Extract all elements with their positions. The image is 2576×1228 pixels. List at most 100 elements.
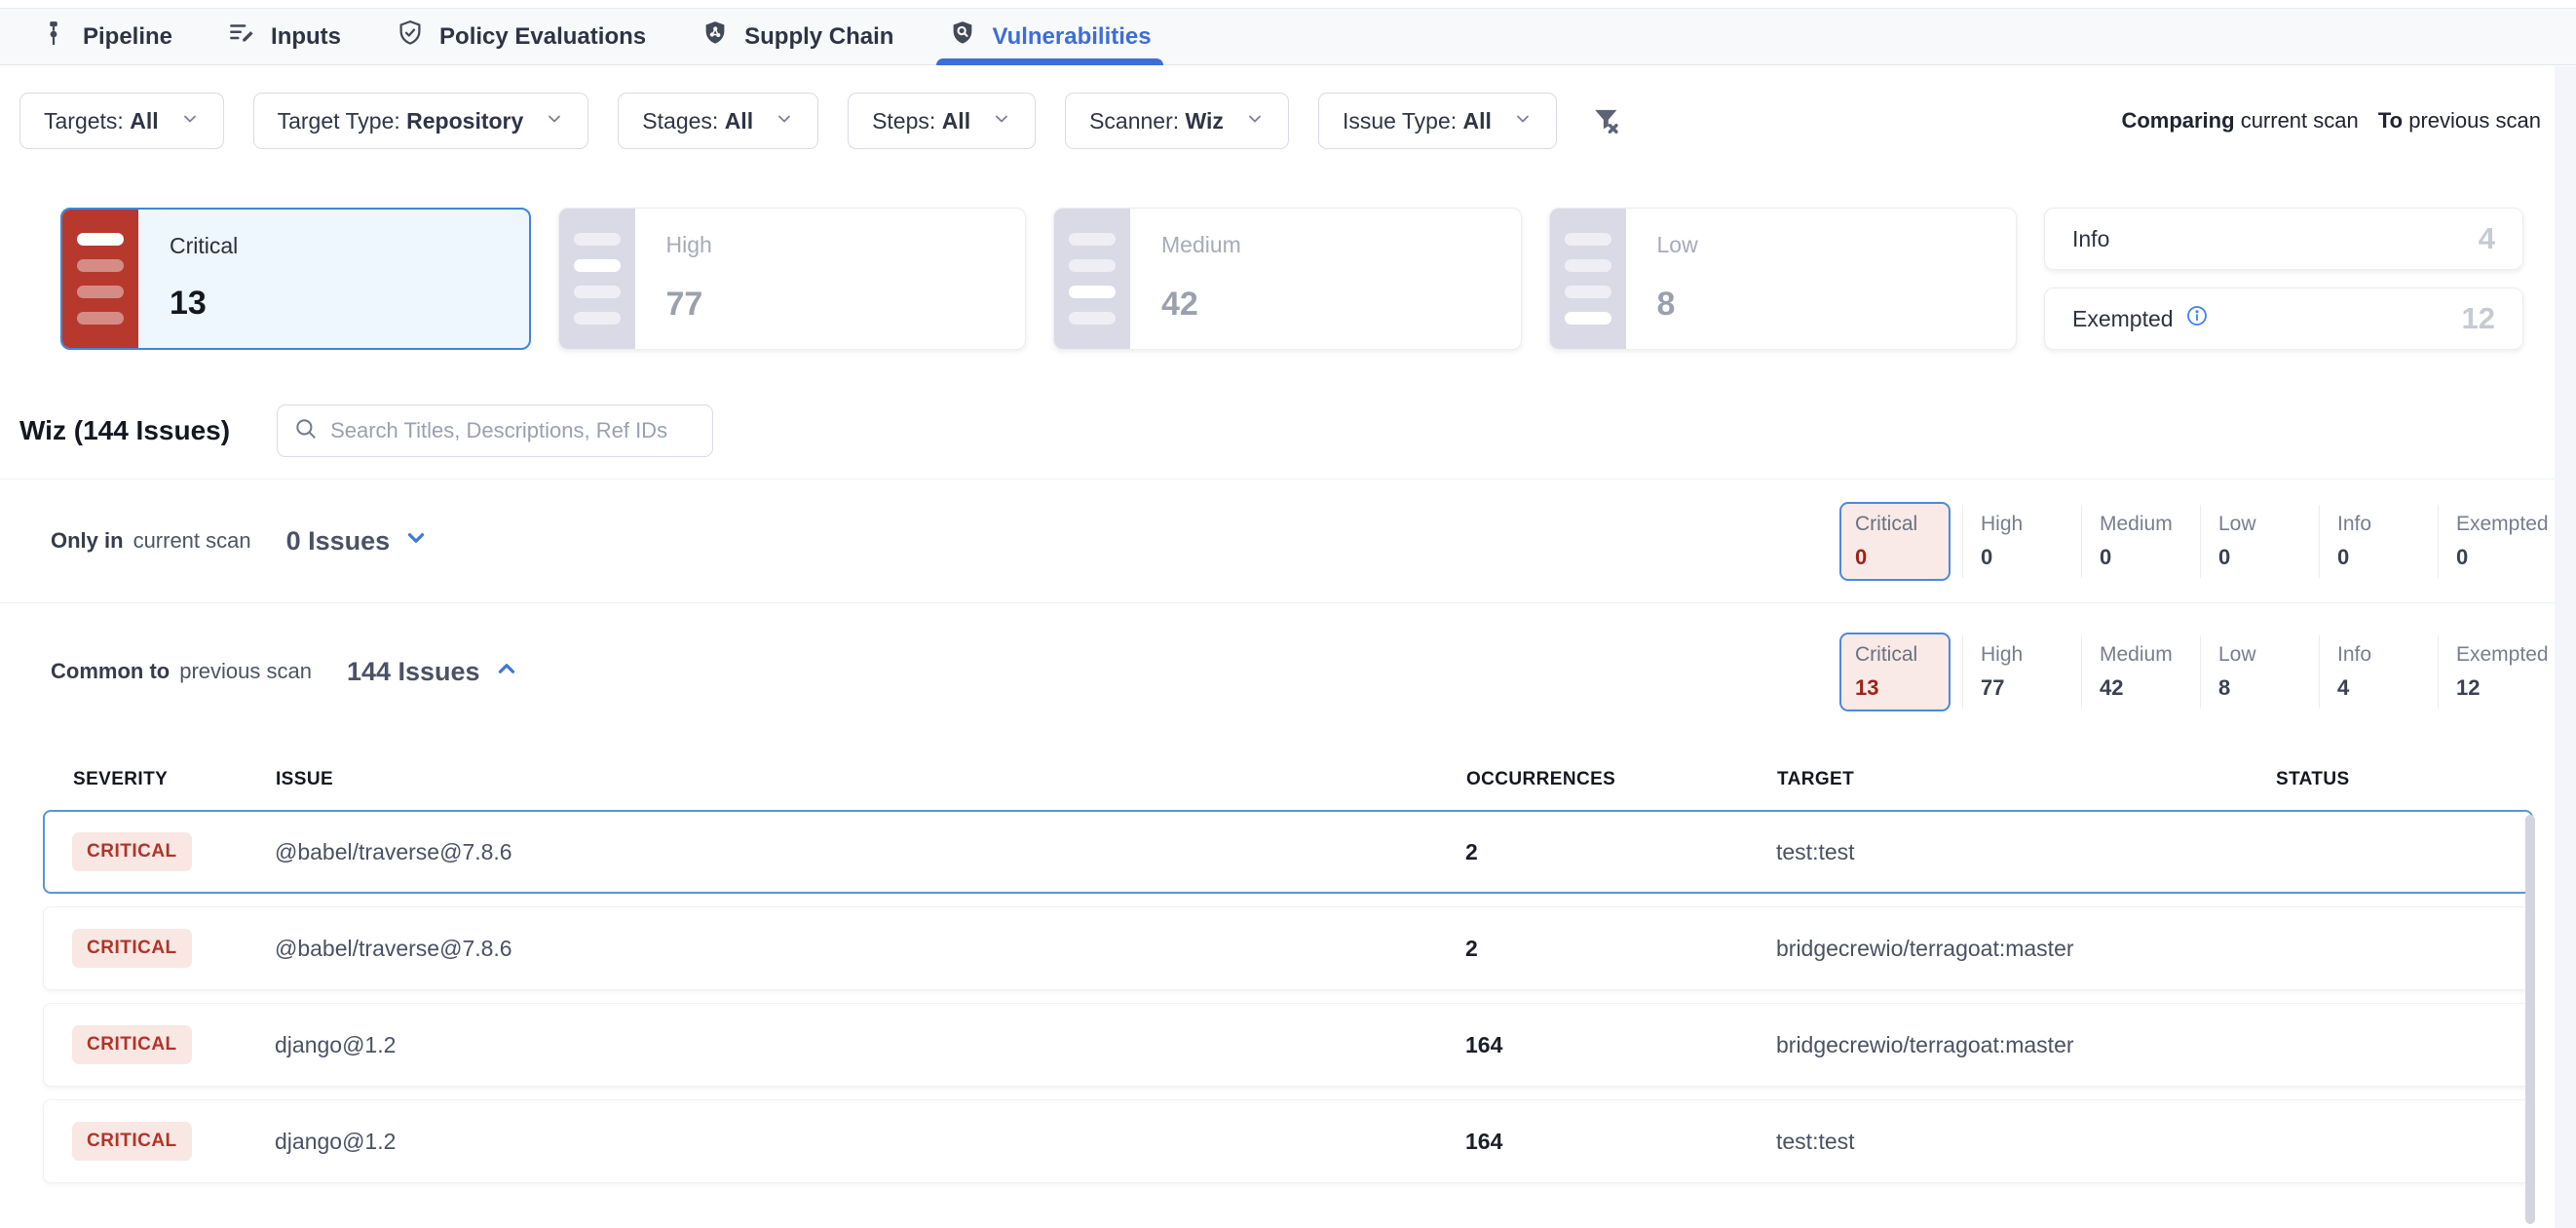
severity-stat[interactable]: Info 0 <box>2319 505 2438 578</box>
severity-level-icon <box>62 210 138 348</box>
col-target: TARGET <box>1777 769 2276 790</box>
table-row[interactable]: CRITICAL @babel/traverse@7.8.6 2 test:te… <box>43 810 2533 894</box>
section-label: Only in current scan 0 Issues <box>51 525 429 557</box>
severity-stat[interactable]: Low 8 <box>2200 635 2319 709</box>
severity-card[interactable]: Medium 42 <box>1053 208 1522 350</box>
col-occurrences: OCCURRENCES <box>1466 769 1777 790</box>
chevron-down-icon <box>403 525 429 557</box>
severity-stat-value: 0 <box>2337 545 2438 570</box>
search-icon <box>293 416 319 446</box>
severity-stat-value: 0 <box>1981 545 2081 570</box>
shield-check-icon <box>396 19 425 55</box>
filter-dropdown-text: Steps: All <box>872 108 970 134</box>
tab-supply-chain[interactable]: Supply Chain <box>701 9 893 64</box>
severity-stat-label: High <box>1981 643 2081 667</box>
scrollbar-thumb[interactable] <box>2525 815 2535 1224</box>
severity-stat-value: 4 <box>2337 675 2438 701</box>
severity-stat-value: 13 <box>1855 675 1949 701</box>
severity-stat-label: Critical <box>1855 643 1949 667</box>
severity-stat-label: Info <box>2337 643 2438 667</box>
target-cell: test:test <box>1776 1129 2275 1155</box>
search-box[interactable] <box>277 404 713 457</box>
severity-stat-value: 0 <box>2218 545 2319 570</box>
occurrences-cell: 164 <box>1465 1129 1776 1155</box>
info-icon[interactable] <box>2185 304 2209 333</box>
severity-stat-label: Low <box>2218 643 2319 667</box>
tab-label: Pipeline <box>83 23 172 51</box>
severity-card-body: Medium 42 <box>1130 209 1521 349</box>
severity-stat-label: Medium <box>2100 513 2200 536</box>
severity-card-label: Critical <box>170 233 500 259</box>
severity-card-label: Medium <box>1161 232 1492 258</box>
severity-stat[interactable]: Exempted 0 <box>2438 505 2557 578</box>
severity-level-icon <box>1054 209 1130 349</box>
info-card-count: 4 <box>2479 221 2495 256</box>
severity-stat-label: Critical <box>1855 513 1949 536</box>
tab-label: Policy Evaluations <box>439 23 646 51</box>
chevron-up-icon <box>494 656 519 688</box>
clear-filters-icon[interactable] <box>1590 104 1623 137</box>
table-row[interactable]: CRITICAL django@1.2 164 bridgecrewio/ter… <box>43 1003 2533 1087</box>
tab-policy-evaluations[interactable]: Policy Evaluations <box>396 9 646 64</box>
severity-stat[interactable]: Exempted 12 <box>2438 635 2557 709</box>
search-input[interactable] <box>330 418 697 443</box>
tab-inputs[interactable]: Inputs <box>227 9 341 64</box>
issues-toggle[interactable]: 144 Issues <box>347 656 519 688</box>
severity-stat[interactable]: Low 0 <box>2200 505 2319 578</box>
severity-card-label: Low <box>1657 232 1988 258</box>
comparing-label: Comparing current scan To previous scan <box>2121 108 2541 134</box>
filter-dropdown[interactable]: Steps: All <box>848 93 1036 149</box>
severity-badge: CRITICAL <box>72 832 192 871</box>
target-cell: bridgecrewio/terragoat:master <box>1776 1032 2275 1058</box>
table-row[interactable]: CRITICAL @babel/traverse@7.8.6 2 bridgec… <box>43 906 2533 990</box>
severity-stat[interactable]: Critical 0 <box>1839 502 1951 581</box>
severity-card-count: 13 <box>170 285 500 323</box>
chevron-down-icon <box>1513 108 1533 134</box>
severity-stat[interactable]: Medium 0 <box>2081 505 2200 578</box>
severity-stat[interactable]: High 0 <box>1962 505 2081 578</box>
filter-dropdown-text: Issue Type: All <box>1343 108 1492 134</box>
severity-stat-value: 0 <box>2456 545 2557 570</box>
table-row[interactable]: CRITICAL django@1.2 164 test:test <box>43 1099 2533 1183</box>
secondary-severity-column: Info 4 Exempted 12 <box>2044 208 2523 350</box>
severity-card-label: High <box>666 232 997 258</box>
severity-badge: CRITICAL <box>72 929 192 968</box>
severity-stat-value: 0 <box>2100 545 2200 570</box>
exempted-card[interactable]: Exempted 12 <box>2044 288 2523 350</box>
inputs-icon <box>227 19 256 55</box>
issues-toggle[interactable]: 0 Issues <box>286 525 430 557</box>
info-card[interactable]: Info 4 <box>2044 208 2523 270</box>
scrollbar-gutter <box>2555 66 2576 1228</box>
severity-card-body: High 77 <box>635 209 1026 349</box>
filter-dropdown[interactable]: Target Type: Repository <box>253 93 589 149</box>
severity-stat[interactable]: Info 4 <box>2319 635 2438 709</box>
severity-stat[interactable]: Critical 13 <box>1839 633 1951 711</box>
filter-dropdown[interactable]: Scanner: Wiz <box>1065 93 1289 149</box>
issue-cell: django@1.2 <box>275 1032 1465 1058</box>
filter-dropdown[interactable]: Stages: All <box>618 93 818 149</box>
pipeline-icon <box>39 19 68 55</box>
exempted-card-count: 12 <box>2462 301 2495 336</box>
filter-dropdown[interactable]: Targets: All <box>19 93 224 149</box>
tab-label: Vulnerabilities <box>992 23 1151 51</box>
col-status: STATUS <box>2276 769 2533 790</box>
severity-card[interactable]: Critical 13 <box>60 208 531 350</box>
tab-pipeline[interactable]: Pipeline <box>39 9 172 64</box>
severity-card-body: Critical 13 <box>138 210 529 348</box>
tab-vulnerabilities[interactable]: Vulnerabilities <box>948 9 1151 64</box>
severity-card[interactable]: High 77 <box>558 208 1027 350</box>
severity-stats: Critical 13 High 77 Medium 42 Low 8 Info… <box>1839 633 2557 711</box>
severity-card-count: 42 <box>1161 286 1492 324</box>
severity-card-count: 8 <box>1657 286 1988 324</box>
filter-dropdown[interactable]: Issue Type: All <box>1318 93 1557 149</box>
scanner-title: Wiz (144 Issues) <box>19 415 230 446</box>
shield-graph-icon <box>701 19 730 55</box>
severity-card[interactable]: Low 8 <box>1549 208 2018 350</box>
issue-cell: @babel/traverse@7.8.6 <box>275 936 1465 962</box>
issue-cell: django@1.2 <box>275 1129 1465 1155</box>
severity-stat[interactable]: Medium 42 <box>2081 635 2200 709</box>
severity-stat-label: Info <box>2337 513 2438 536</box>
filter-bar: Targets: All Target Type: Repository <box>0 65 2576 171</box>
target-cell: test:test <box>1776 839 2275 865</box>
severity-stat[interactable]: High 77 <box>1962 635 2081 709</box>
